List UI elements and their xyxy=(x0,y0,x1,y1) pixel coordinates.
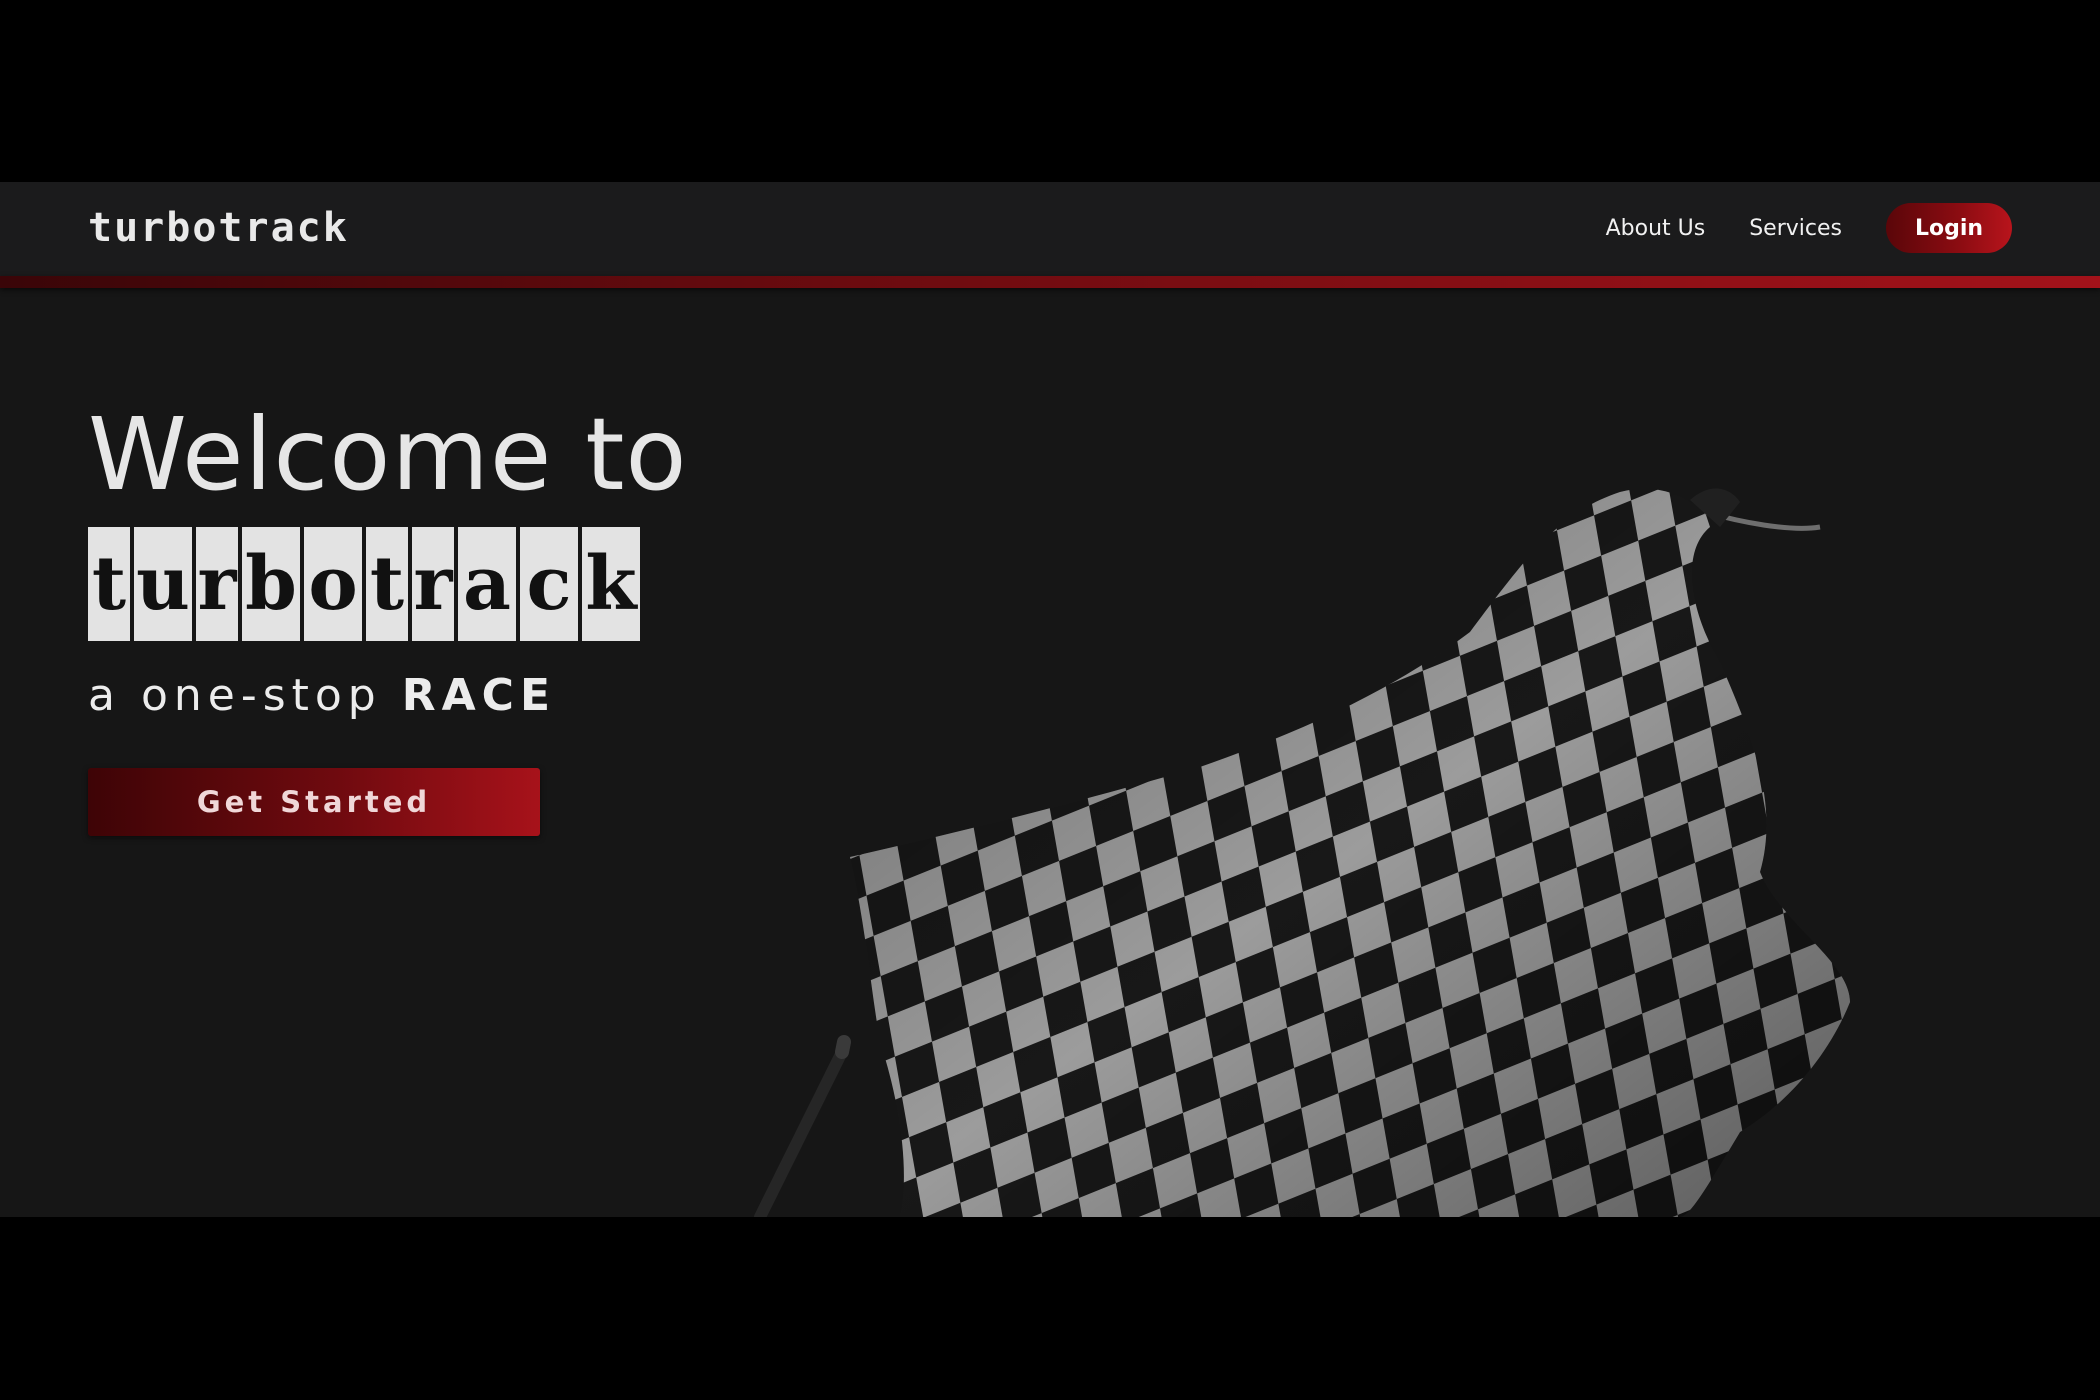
brand-tile: b xyxy=(242,527,300,641)
brand-tile: o xyxy=(304,527,362,641)
navbar: turbotrack About Us Services Login xyxy=(0,182,2100,276)
brand-tile: t xyxy=(366,527,408,641)
nav-links: About Us Services Login xyxy=(1606,203,2012,253)
brand-tile: r xyxy=(196,527,238,641)
tagline-strong: RACE xyxy=(401,670,556,721)
hero-tagline: a one-stop RACE xyxy=(88,670,556,721)
nav-link-about-us[interactable]: About Us xyxy=(1606,216,1706,241)
brand-tile: a xyxy=(458,527,516,641)
brand-tile: u xyxy=(134,527,192,641)
hero-title: Welcome to xyxy=(88,396,688,513)
tagline-regular: a one-stop xyxy=(88,670,402,721)
brand-tile: k xyxy=(582,527,640,641)
nav-link-services[interactable]: Services xyxy=(1749,216,1842,241)
navbar-accent-stripe xyxy=(0,276,2100,288)
brand-tile: r xyxy=(412,527,454,641)
get-started-button[interactable]: Get Started xyxy=(88,768,540,836)
brand-logo[interactable]: turbotrack xyxy=(88,204,349,252)
page-frame: turbotrack About Us Services Login Welco… xyxy=(0,182,2100,1217)
brand-tile: t xyxy=(88,527,130,641)
login-button[interactable]: Login xyxy=(1886,203,2012,253)
checkered-flag-image xyxy=(754,488,1850,1217)
brand-tile: c xyxy=(520,527,578,641)
hero-brand-tiles: t u r b o t r a c k xyxy=(88,527,640,641)
